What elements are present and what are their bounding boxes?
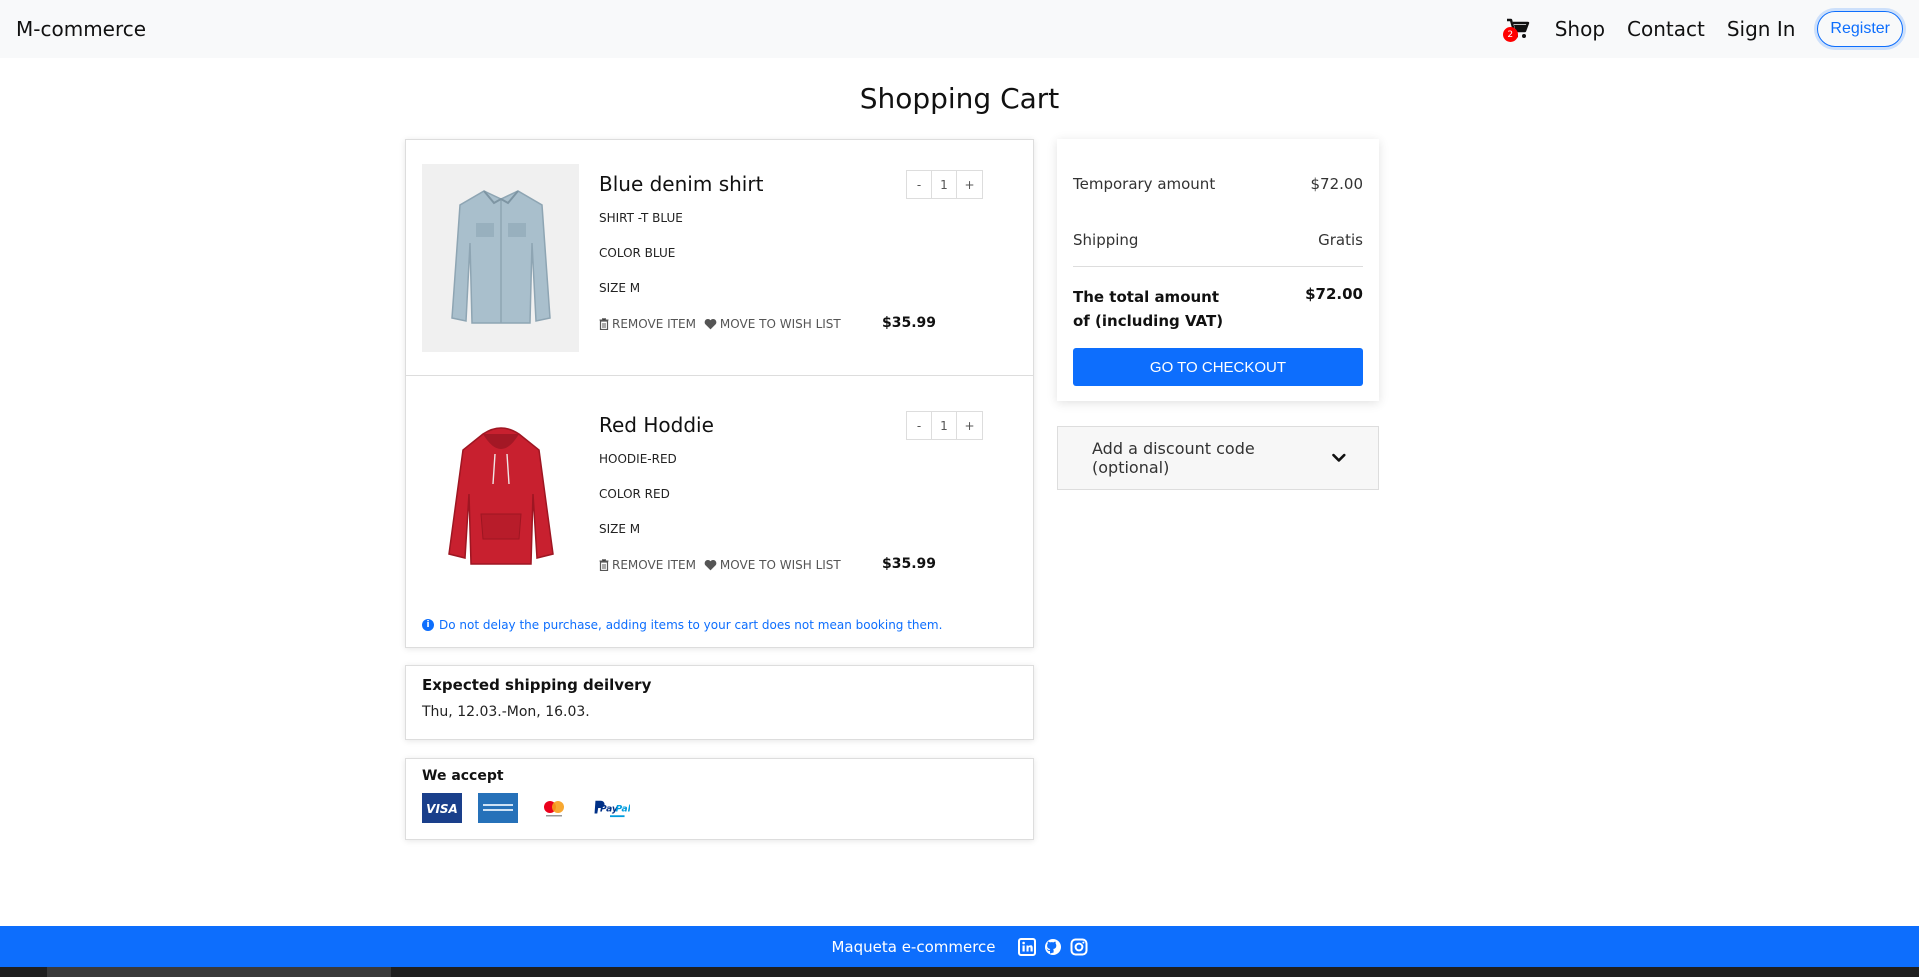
product-sku: HOODIE-RED xyxy=(599,452,677,466)
shirt-image xyxy=(450,190,551,324)
svg-text:VISA: VISA xyxy=(426,802,458,816)
remove-item-button[interactable]: REMOVE ITEM xyxy=(599,317,696,331)
hoodie-image xyxy=(447,427,554,565)
payment-title: We accept xyxy=(422,768,504,784)
payment-card: We accept VISA Pay Pal xyxy=(405,758,1034,840)
cart-items-card: Blue denim shirt - 1 + SHIRT -T BLUE COL… xyxy=(405,139,1034,648)
product-price: $35.99 xyxy=(882,315,937,331)
cart-count-badge: 2 xyxy=(1502,27,1518,42)
cart-item: Red Hoddie - 1 + HOODIE-RED COLOR RED SI… xyxy=(422,405,1018,593)
trash-icon xyxy=(599,559,609,571)
remove-item-label: REMOVE ITEM xyxy=(612,317,696,331)
order-summary-card: Temporary amount $72.00 Shipping Gratis … xyxy=(1057,139,1379,401)
remove-item-button[interactable]: REMOVE ITEM xyxy=(599,558,696,572)
paypal-logo: Pay Pal xyxy=(590,793,630,823)
chevron-down-icon xyxy=(1332,453,1346,462)
footer: Maqueta e-commerce xyxy=(0,926,1919,967)
total-label: The total amount of (including VAT) xyxy=(1073,288,1224,330)
heart-icon xyxy=(704,559,717,571)
move-to-wishlist-button[interactable]: MOVE TO WISH LIST xyxy=(704,558,841,572)
product-image-red-hoodie[interactable] xyxy=(422,405,579,593)
svg-text:Pal: Pal xyxy=(615,805,630,815)
nav-link-shop[interactable]: Shop xyxy=(1555,17,1605,41)
nav-link-contact[interactable]: Contact xyxy=(1627,17,1705,41)
instagram-icon[interactable] xyxy=(1070,938,1088,956)
quantity-stepper: - 1 + xyxy=(906,411,983,440)
discount-label: Add a discount code (optional) xyxy=(1092,439,1255,477)
temp-amount-label: Temporary amount xyxy=(1073,175,1216,193)
product-name: Blue denim shirt xyxy=(599,172,764,196)
brand-logo[interactable]: M-commerce xyxy=(16,17,146,41)
cart-item: Blue denim shirt - 1 + SHIRT -T BLUE COL… xyxy=(422,164,1018,352)
product-name: Red Hoddie xyxy=(599,413,714,437)
github-icon[interactable] xyxy=(1044,938,1062,956)
item-divider xyxy=(406,375,1033,376)
qty-input[interactable]: 1 xyxy=(932,412,957,439)
shipping-card: Expected shipping deilvery Thu, 12.03.-M… xyxy=(405,665,1034,740)
qty-increase-button[interactable]: + xyxy=(957,412,982,439)
qty-input[interactable]: 1 xyxy=(932,171,957,198)
nav-link-sign-in[interactable]: Sign In xyxy=(1727,17,1796,41)
qty-decrease-button[interactable]: - xyxy=(907,171,932,198)
product-color: COLOR BLUE xyxy=(599,246,676,260)
navbar: M-commerce 2 Shop Contact Sign In Regist… xyxy=(0,0,1919,58)
move-to-wishlist-label: MOVE TO WISH LIST xyxy=(719,317,841,331)
summary-total-row: The total amount of (including VAT) $72.… xyxy=(1073,285,1363,333)
cart-button[interactable]: 2 xyxy=(1502,14,1533,44)
remove-item-label: REMOVE ITEM xyxy=(612,558,696,572)
product-price: $35.99 xyxy=(882,556,937,572)
move-to-wishlist-label: MOVE TO WISH LIST xyxy=(719,558,841,572)
footer-text: Maqueta e-commerce xyxy=(831,937,996,956)
footer-social-icons xyxy=(1017,937,1088,956)
visa-logo: VISA xyxy=(422,793,462,823)
cart-notice: i Do not delay the purchase, adding item… xyxy=(422,618,942,632)
summary-shipping-row: Shipping Gratis xyxy=(1073,231,1363,249)
product-size: SIZE M xyxy=(599,281,641,295)
move-to-wishlist-button[interactable]: MOVE TO WISH LIST xyxy=(704,317,841,331)
qty-increase-button[interactable]: + xyxy=(957,171,982,198)
heart-icon xyxy=(704,318,717,330)
amex-logo xyxy=(478,793,518,823)
summary-divider xyxy=(1073,266,1363,267)
product-image-denim-shirt[interactable] xyxy=(422,164,579,352)
os-taskbar xyxy=(0,967,1919,977)
product-color: COLOR RED xyxy=(599,487,670,501)
page-title: Shopping Cart xyxy=(859,82,1060,115)
product-sku: SHIRT -T BLUE xyxy=(599,211,683,225)
item-actions: REMOVE ITEM MOVE TO WISH LIST xyxy=(599,558,841,572)
product-size: SIZE M xyxy=(599,522,641,536)
discount-code-toggle[interactable]: Add a discount code (optional) xyxy=(1057,426,1379,490)
item-actions: REMOVE ITEM MOVE TO WISH LIST xyxy=(599,317,841,331)
shipping-title: Expected shipping deilvery xyxy=(422,676,652,694)
cart-notice-text: Do not delay the purchase, adding items … xyxy=(439,618,943,632)
summary-temp-row: Temporary amount $72.00 xyxy=(1073,175,1363,193)
total-value: $72.00 xyxy=(1305,285,1363,303)
temp-amount-value: $72.00 xyxy=(1310,175,1364,193)
payment-logos: VISA Pay Pal xyxy=(422,793,630,823)
shipping-value: Gratis xyxy=(1318,231,1363,249)
info-icon: i xyxy=(422,619,434,631)
trash-icon xyxy=(599,318,609,330)
qty-decrease-button[interactable]: - xyxy=(907,412,932,439)
linkedin-icon[interactable] xyxy=(1017,937,1036,956)
mastercard-logo xyxy=(534,793,574,823)
go-to-checkout-button[interactable]: GO TO CHECKOUT xyxy=(1073,348,1363,386)
register-button[interactable]: Register xyxy=(1817,11,1903,47)
quantity-stepper: - 1 + xyxy=(906,170,983,199)
nav-right: 2 Shop Contact Sign In Register xyxy=(1502,11,1903,47)
shipping-label: Shipping xyxy=(1073,231,1139,249)
shipping-dates: Thu, 12.03.-Mon, 16.03. xyxy=(422,704,590,720)
taskbar-search[interactable] xyxy=(47,967,391,977)
